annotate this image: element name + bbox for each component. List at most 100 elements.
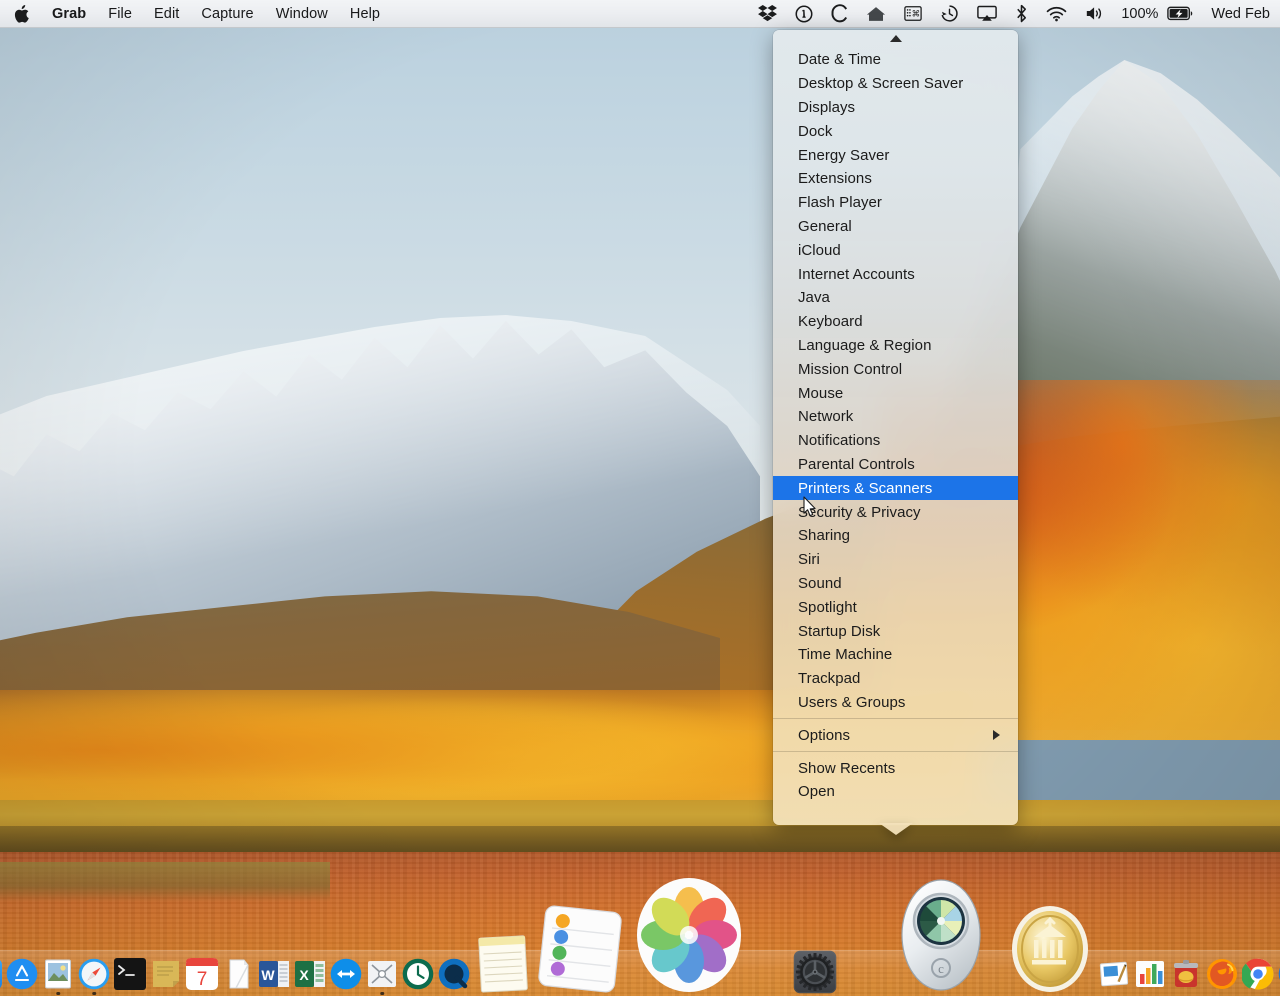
menu-item-trackpad[interactable]: Trackpad	[773, 667, 1018, 691]
menu-item-security-privacy[interactable]: Security & Privacy	[773, 500, 1018, 524]
dock-item-microsoft-excel[interactable]: X	[292, 950, 328, 996]
menu-bar-item-help[interactable]: Help	[339, 0, 391, 27]
dock-item-microsoft-word[interactable]: W	[256, 950, 292, 996]
bluetooth-icon[interactable]	[1006, 0, 1037, 27]
notes-icon	[474, 934, 532, 993]
menu-bar-item-grab[interactable]: Grab	[41, 0, 97, 27]
menu-item-flash-player[interactable]: Flash Player	[773, 191, 1018, 215]
menu-item-general[interactable]: General	[773, 215, 1018, 239]
dock-item-system-preferences[interactable]	[752, 950, 878, 996]
dock-item-photos[interactable]	[626, 878, 752, 996]
menu-bar-clock[interactable]: Wed Feb	[1199, 6, 1276, 22]
running-indicator	[56, 991, 60, 995]
menu-item-icloud[interactable]: iCloud	[773, 238, 1018, 262]
dock-item-reminders[interactable]	[534, 905, 626, 996]
dock-item-quicktime-player[interactable]	[436, 950, 472, 996]
menu-item-options[interactable]: Options	[773, 723, 1018, 747]
dock-item-kindle[interactable]	[364, 950, 400, 996]
dock-item-pages[interactable]	[220, 950, 256, 996]
menu-item-keyboard[interactable]: Keyboard	[773, 310, 1018, 334]
dock-item-stickies[interactable]	[148, 950, 184, 996]
menu-item-spotlight[interactable]: Spotlight	[773, 595, 1018, 619]
menu-bar-item-edit[interactable]: Edit	[143, 0, 190, 27]
dock-item-1password[interactable]	[1276, 950, 1280, 996]
cleanmymac-c-icon[interactable]	[822, 0, 857, 27]
menu-item-show-recents[interactable]: Show Recents	[773, 756, 1018, 780]
battery-percent-label[interactable]: 100%	[1114, 0, 1165, 27]
menu-item-java[interactable]: Java	[773, 286, 1018, 310]
1password-icon[interactable]	[786, 0, 822, 27]
dock-item-google-chrome[interactable]	[1240, 950, 1276, 996]
apple-logo-icon	[14, 4, 29, 23]
menu-item-extensions[interactable]: Extensions	[773, 167, 1018, 191]
system-preferences-icon	[756, 950, 874, 994]
dock-item-keynote[interactable]	[1096, 950, 1132, 996]
menu-item-sound[interactable]: Sound	[773, 572, 1018, 596]
menu-item-parental-controls[interactable]: Parental Controls	[773, 453, 1018, 477]
svg-text:W: W	[261, 967, 275, 983]
menu-item-users-groups[interactable]: Users & Groups	[773, 691, 1018, 715]
menu-item-printers-scanners[interactable]: Printers & Scanners	[773, 476, 1018, 501]
calendar-icon: 7	[186, 958, 218, 990]
dock-item-notes[interactable]	[472, 935, 534, 996]
dock-item-terminal[interactable]	[112, 950, 148, 996]
dropbox-icon[interactable]	[749, 0, 786, 27]
numbers-icon	[1134, 958, 1166, 990]
dock-item-bank-app[interactable]	[1004, 906, 1096, 996]
menu-item-time-machine[interactable]: Time Machine	[773, 643, 1018, 667]
microsoft-word-icon: W	[258, 958, 290, 990]
menu-item-energy-saver[interactable]: Energy Saver	[773, 143, 1018, 167]
menu-item-mission-control[interactable]: Mission Control	[773, 357, 1018, 381]
menu-item-internet-accounts[interactable]: Internet Accounts	[773, 262, 1018, 286]
menu-item-desktop-screen-saver[interactable]: Desktop & Screen Saver	[773, 72, 1018, 96]
dock-item-firefox[interactable]	[1204, 950, 1240, 996]
dock: 7 W X c	[0, 878, 1280, 996]
menu-bar-status-area: ⌘ 100% Wed Feb	[749, 0, 1280, 27]
photos-icon	[630, 876, 748, 994]
menu-item-siri[interactable]: Siri	[773, 548, 1018, 572]
menu-item-options-label: Options	[798, 726, 851, 744]
dock-item-grab[interactable]: c	[878, 879, 1004, 996]
apple-menu[interactable]	[0, 0, 41, 27]
submenu-arrow-icon	[993, 730, 1000, 741]
home-house-icon[interactable]	[857, 0, 895, 27]
dock-item-preview[interactable]	[40, 950, 76, 996]
keyboard-shortcut-icon[interactable]: ⌘	[895, 0, 931, 27]
airplay-icon[interactable]	[968, 0, 1006, 27]
volume-icon[interactable]	[1076, 0, 1114, 27]
teamviewer-icon	[330, 958, 362, 990]
menu-item-sharing[interactable]: Sharing	[773, 524, 1018, 548]
menu-item-dock[interactable]: Dock	[773, 119, 1018, 143]
quicktime-player-icon	[438, 958, 470, 990]
dock-item-safari[interactable]	[76, 950, 112, 996]
menu-bar: Grab File Edit Capture Window Help ⌘ 100…	[0, 0, 1280, 28]
running-indicator	[380, 991, 384, 995]
dock-item-quicktime-history[interactable]	[400, 950, 436, 996]
time-machine-icon[interactable]	[931, 0, 968, 27]
menu-item-startup-disk[interactable]: Startup Disk	[773, 619, 1018, 643]
svg-text:⌘: ⌘	[912, 9, 921, 19]
prefs-menu-pane-list: Date & Time Desktop & Screen Saver Displ…	[773, 47, 1018, 714]
running-indicator	[92, 991, 96, 995]
menu-bar-item-window[interactable]: Window	[265, 0, 339, 27]
menu-item-notifications[interactable]: Notifications	[773, 429, 1018, 453]
dock-item-teamviewer[interactable]	[328, 950, 364, 996]
menu-item-open[interactable]: Open	[773, 780, 1018, 804]
menu-separator-2	[773, 751, 1018, 753]
battery-charging-icon[interactable]	[1165, 0, 1199, 27]
pages-icon	[222, 958, 254, 990]
scroll-up-arrow-icon[interactable]	[773, 30, 1018, 47]
menu-bar-item-capture[interactable]: Capture	[190, 0, 264, 27]
menu-item-network[interactable]: Network	[773, 405, 1018, 429]
dock-item-pomodoro-timer[interactable]	[1168, 950, 1204, 996]
menu-item-date-time[interactable]: Date & Time	[773, 48, 1018, 72]
dock-item-numbers[interactable]	[1132, 950, 1168, 996]
menu-item-displays[interactable]: Displays	[773, 96, 1018, 120]
dock-item-app-store[interactable]	[4, 950, 40, 996]
dock-item-calendar[interactable]: 7	[184, 950, 220, 996]
menu-item-mouse[interactable]: Mouse	[773, 381, 1018, 405]
menu-bar-item-file[interactable]: File	[97, 0, 143, 27]
grab-icon: c	[882, 876, 1000, 994]
wifi-icon[interactable]	[1037, 0, 1076, 27]
menu-item-language-region[interactable]: Language & Region	[773, 334, 1018, 358]
